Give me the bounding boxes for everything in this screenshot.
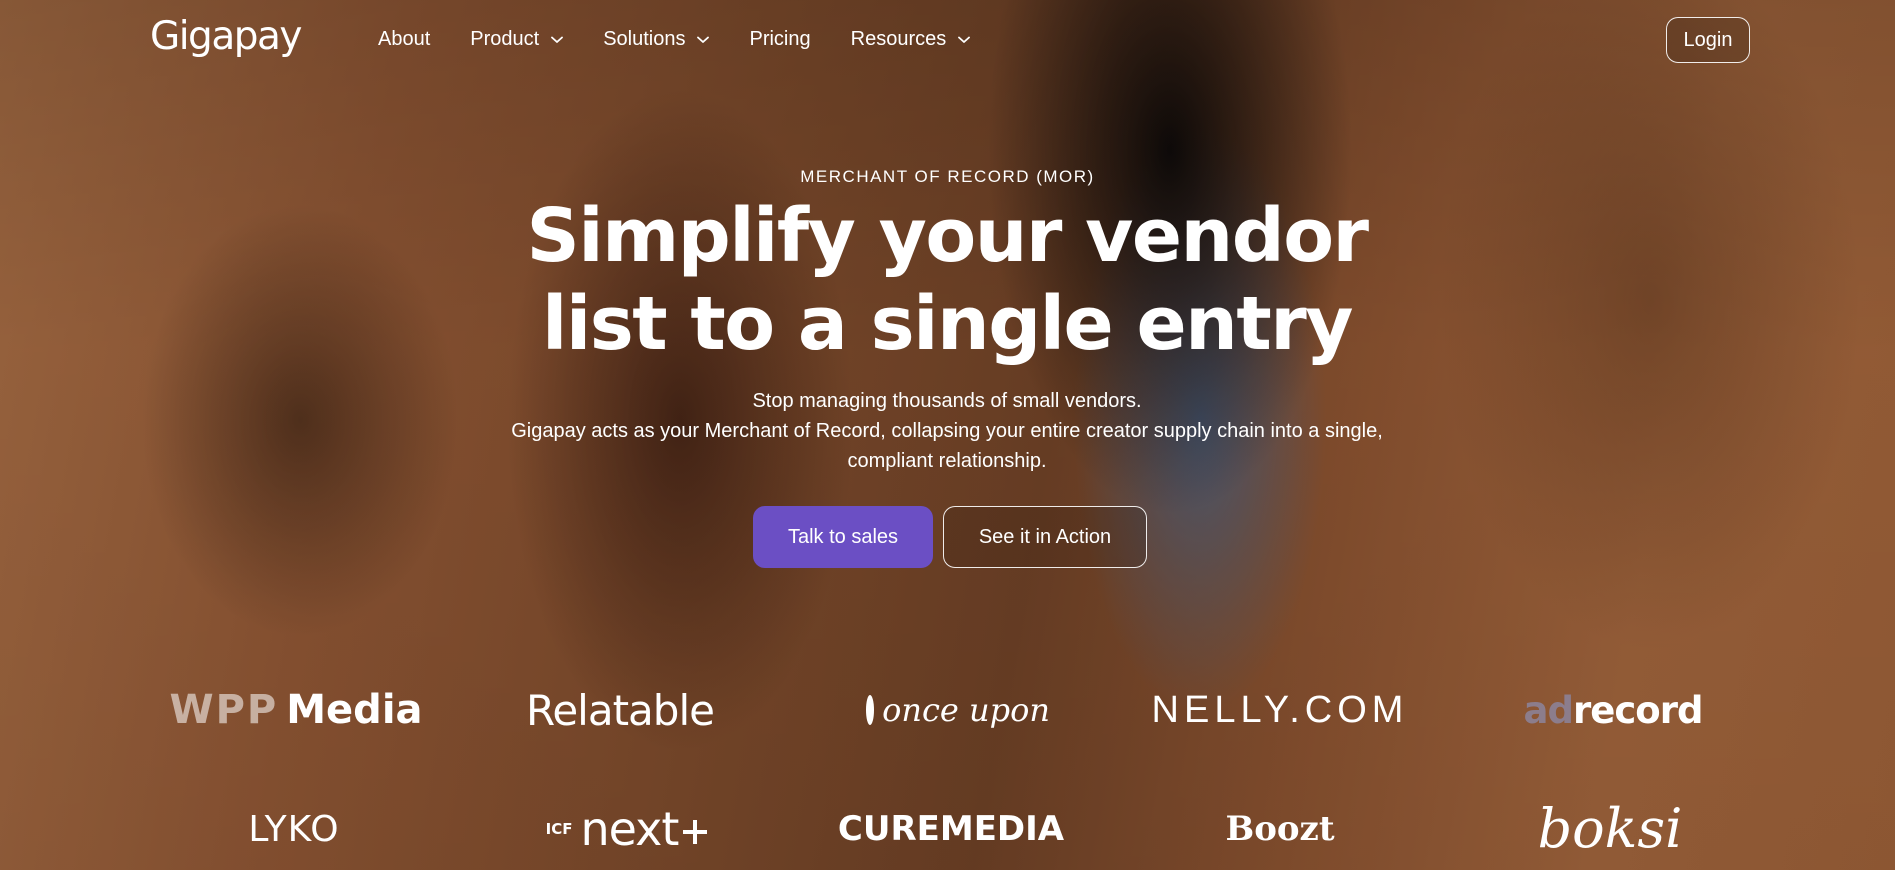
nav-item-product[interactable]: Product xyxy=(470,28,564,51)
subtitle-line-3: compliant relationship. xyxy=(847,450,1047,472)
talk-to-sales-button[interactable]: Talk to sales xyxy=(753,506,933,568)
nav-links: About Product Solutions Pricing Resource… xyxy=(378,28,1010,51)
nav-item-resources[interactable]: Resources xyxy=(851,28,971,51)
icf-next-logo: ICF next xyxy=(540,802,716,856)
wpp-logo-text: WPP xyxy=(169,687,279,733)
hero-headline: Simplify your vendor list to a single en… xyxy=(447,192,1447,368)
nav-item-label: Product xyxy=(470,28,540,50)
nav-item-label: Solutions xyxy=(603,28,686,50)
icf-logo-text: ICF xyxy=(545,820,573,838)
hero-eyebrow: MERCHANT OF RECORD (MOR) xyxy=(800,167,1095,186)
nav-item-label: About xyxy=(378,28,431,50)
nav-item-solutions[interactable]: Solutions xyxy=(603,28,710,51)
next-logo-text: next xyxy=(580,802,679,856)
gigapay-logo[interactable]: Gigapay xyxy=(150,14,302,59)
nav-item-label: Pricing xyxy=(749,28,811,50)
adrecord-logo-prefix: ad xyxy=(1523,688,1574,732)
hero-subtitle: Stop managing thousands of small vendors… xyxy=(447,386,1447,476)
lyko-logo: LYKO xyxy=(248,808,340,850)
chevron-down-icon xyxy=(551,36,564,44)
once-upon-logo: once upon xyxy=(866,688,1050,732)
heart-icon xyxy=(866,695,875,725)
nav-item-about[interactable]: About xyxy=(378,28,430,51)
nelly-logo: NELLY.COM xyxy=(1151,688,1409,731)
curemedia-logo: CUREMEDIA xyxy=(837,809,1065,849)
chevron-down-icon xyxy=(697,36,710,44)
subtitle-line-1: Stop managing thousands of small vendors… xyxy=(752,390,1142,412)
login-button[interactable]: Login xyxy=(1666,17,1750,63)
chevron-down-icon xyxy=(958,36,971,44)
plus-icon xyxy=(683,820,708,844)
top-navigation: Gigapay About Product Solutions Pricing xyxy=(0,0,1895,82)
headline-line-1: Simplify your vendor xyxy=(526,193,1369,279)
relatable-logo: Relatable xyxy=(526,685,715,735)
subtitle-line-2: Gigapay acts as your Merchant of Record,… xyxy=(511,420,1383,442)
wpp-media-logo: WPP Media xyxy=(169,686,422,734)
nav-item-label: Resources xyxy=(850,28,947,50)
adrecord-logo: ad record xyxy=(1520,686,1706,734)
once-upon-logo-text: once upon xyxy=(882,691,1050,729)
boozt-logo: Boozt xyxy=(1225,809,1335,849)
nav-item-pricing[interactable]: Pricing xyxy=(749,28,810,51)
adrecord-logo-suffix: record xyxy=(1573,688,1703,732)
media-logo-text: Media xyxy=(286,687,423,733)
see-it-in-action-button[interactable]: See it in Action xyxy=(943,506,1147,568)
boksi-logo: boksi xyxy=(1537,796,1683,860)
headline-line-2: list to a single entry xyxy=(542,281,1353,367)
